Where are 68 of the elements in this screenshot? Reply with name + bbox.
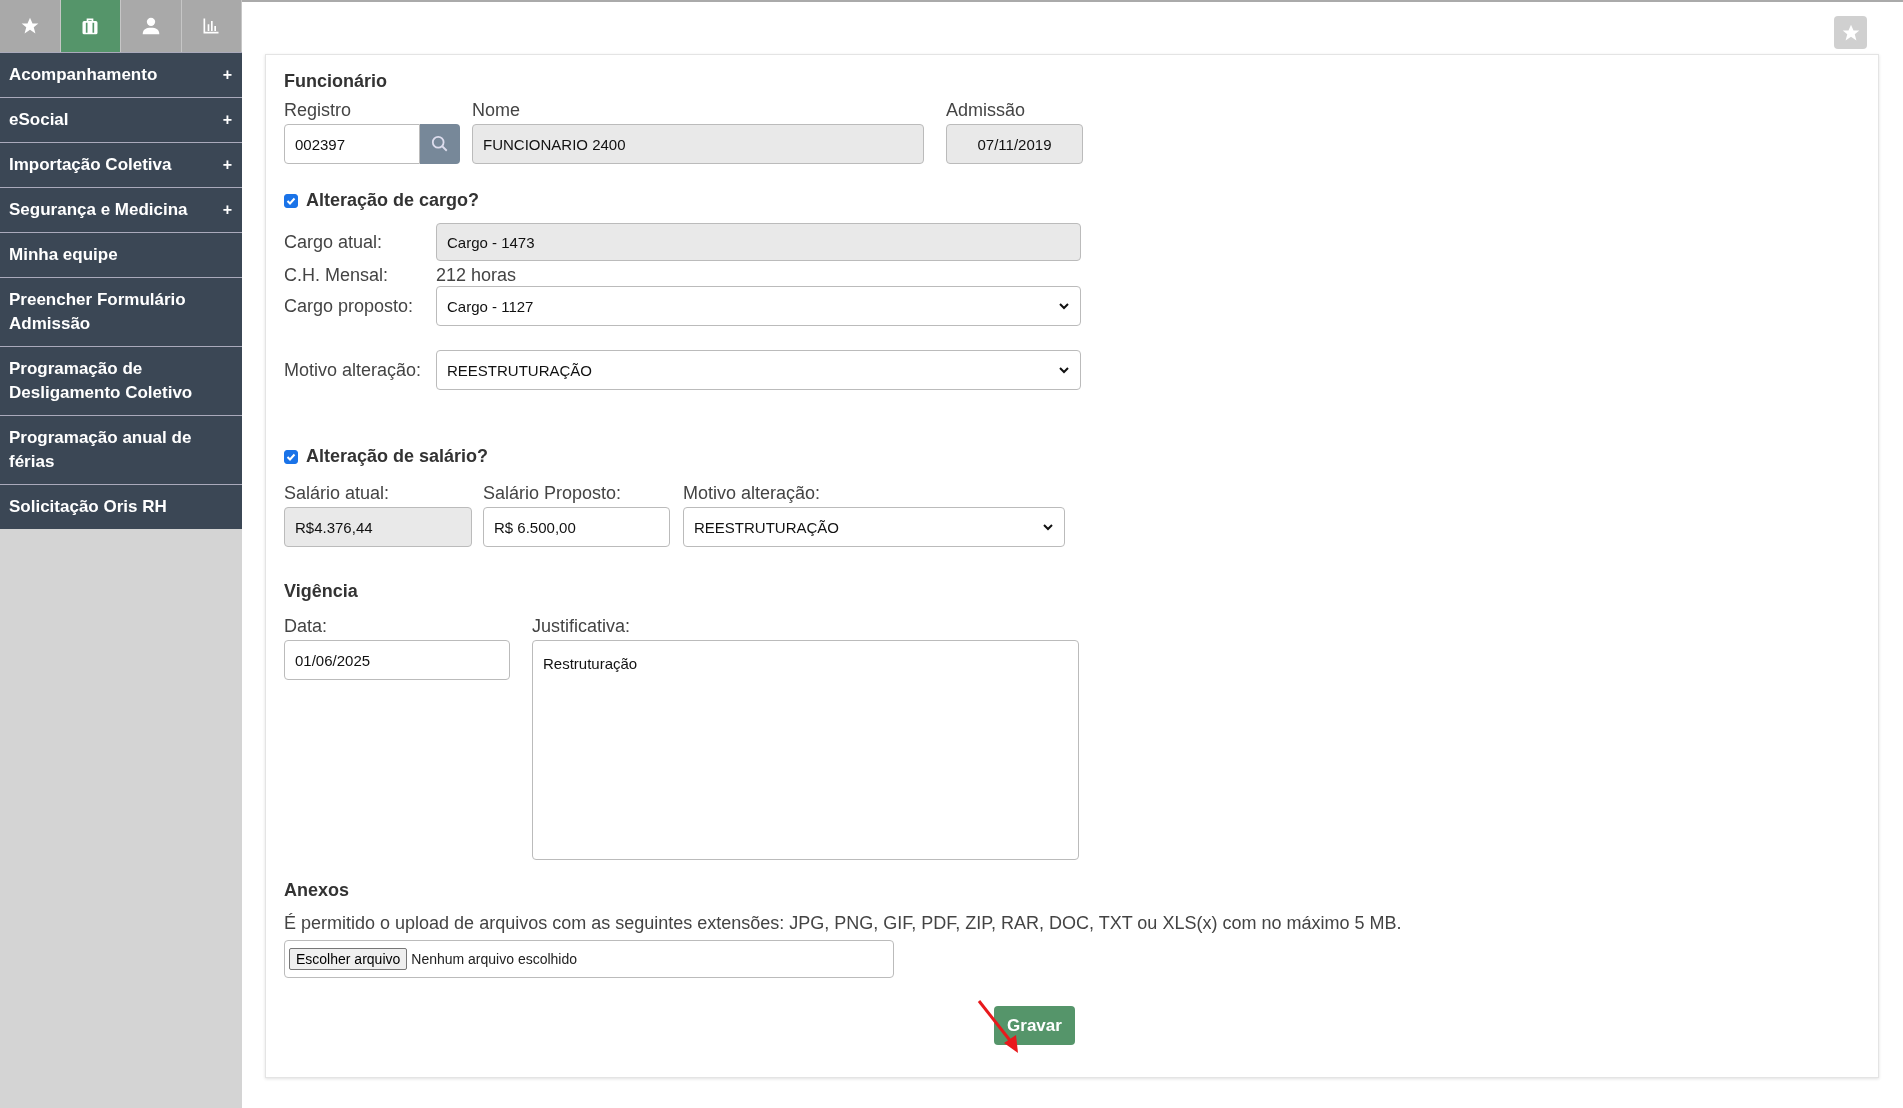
menu-item-label: Preencher Formulário Admissão	[9, 289, 187, 335]
field-label: C.H. Mensal:	[284, 265, 390, 286]
field-label: Nome	[472, 100, 521, 121]
person-icon	[140, 16, 161, 36]
input-field[interactable]: 01/06/2025	[284, 640, 510, 680]
menu-item[interactable]: Minha equipe	[0, 232, 242, 277]
input-field[interactable]: R$4.376,44	[284, 507, 472, 547]
menu-item-label: Solicitação Oris RH	[9, 496, 167, 518]
checkbox-label: Alteração de salário?	[306, 446, 489, 467]
bar-chart-icon	[201, 16, 222, 36]
field-label: Registro	[284, 100, 353, 121]
expand-toggle[interactable]: +	[222, 153, 232, 177]
expand-toggle[interactable]: +	[222, 198, 232, 222]
input-field[interactable]: 002397	[284, 124, 420, 164]
chevron-down-icon	[1058, 300, 1070, 312]
file-status: Nenhum arquivo escolhido	[411, 951, 578, 967]
input-field[interactable]: R$ 6.500,00	[483, 507, 670, 547]
chevron-down-icon	[1058, 364, 1070, 376]
select-field[interactable]: Cargo - 1127	[436, 286, 1081, 326]
field-value: 212 horas	[436, 265, 518, 286]
upload-note: É permitido o upload de arquivos com as seguintes extensões: JPG, PNG, GIF, PDF, ZIP, RAR, DOC, TXT ou XLS(x) com no máximo 5 MB.	[284, 913, 1403, 934]
input-field[interactable]: 07/11/2019	[946, 124, 1083, 164]
section-title: Funcionário	[284, 71, 388, 92]
menu-item-label: Segurança e Medicina	[9, 199, 188, 221]
file-input[interactable]: Escolher arquivo Nenhum arquivo escolhido	[284, 940, 894, 978]
section-title: Anexos	[284, 880, 351, 901]
search-button[interactable]	[420, 124, 460, 164]
sidebar-tab[interactable]	[60, 0, 121, 52]
menu-item[interactable]: Importação Coletiva +	[0, 142, 242, 187]
briefcase-icon	[80, 16, 101, 36]
menu-item[interactable]: Programação anual de férias	[0, 415, 242, 484]
menu-item[interactable]: Acompanhamento +	[0, 52, 242, 97]
checkbox[interactable]	[284, 449, 298, 464]
menu-item[interactable]: eSocial +	[0, 97, 242, 142]
field-label: Salário atual:	[284, 483, 391, 504]
field-label: Motivo alteração:	[284, 359, 423, 381]
favorite-button[interactable]	[1834, 16, 1867, 49]
checkbox-label: Alteração de cargo?	[306, 190, 480, 211]
field-label: Motivo alteração:	[683, 483, 822, 504]
expand-toggle[interactable]: +	[222, 108, 232, 132]
menu-item-label: Minha equipe	[9, 244, 118, 266]
select-field[interactable]: REESTRUTURAÇÃO	[683, 507, 1065, 547]
menu-item-label: Importação Coletiva	[9, 154, 172, 176]
search-icon	[431, 135, 449, 153]
menu-item-label: Acompanhamento	[9, 64, 158, 86]
field-label: Admissão	[946, 100, 1027, 121]
menu-item[interactable]: Segurança e Medicina +	[0, 187, 242, 232]
field-label: Justificativa:	[532, 616, 632, 637]
input-field[interactable]: Cargo - 1473	[436, 223, 1081, 261]
menu-item[interactable]: Solicitação Oris RH	[0, 484, 242, 529]
menu-item-label: eSocial	[9, 109, 69, 131]
choose-file-button[interactable]: Escolher arquivo	[289, 948, 408, 970]
field-label: Cargo proposto:	[284, 295, 415, 317]
input-field[interactable]: FUNCIONARIO 2400	[472, 124, 924, 164]
expand-toggle[interactable]: +	[222, 63, 232, 87]
menu-item[interactable]: Programação de Desligamento Coletivo	[0, 346, 242, 415]
checkbox[interactable]	[284, 193, 298, 208]
field-label: Salário Proposto:	[483, 483, 623, 504]
menu-item[interactable]: Preencher Formulário Admissão	[0, 277, 242, 346]
menu-item-label: Programação de Desligamento Coletivo	[9, 358, 194, 404]
section-title: Vigência	[284, 581, 359, 602]
field-label: Cargo atual:	[284, 231, 384, 253]
text-area[interactable]: Restruturação	[532, 640, 1079, 860]
save-button[interactable]: Gravar	[994, 1006, 1075, 1045]
field-label: Data:	[284, 616, 329, 637]
menu-item-label: Programação anual de férias	[9, 427, 193, 473]
select-field[interactable]: REESTRUTURAÇÃO	[436, 350, 1081, 390]
chevron-down-icon	[1042, 521, 1054, 533]
